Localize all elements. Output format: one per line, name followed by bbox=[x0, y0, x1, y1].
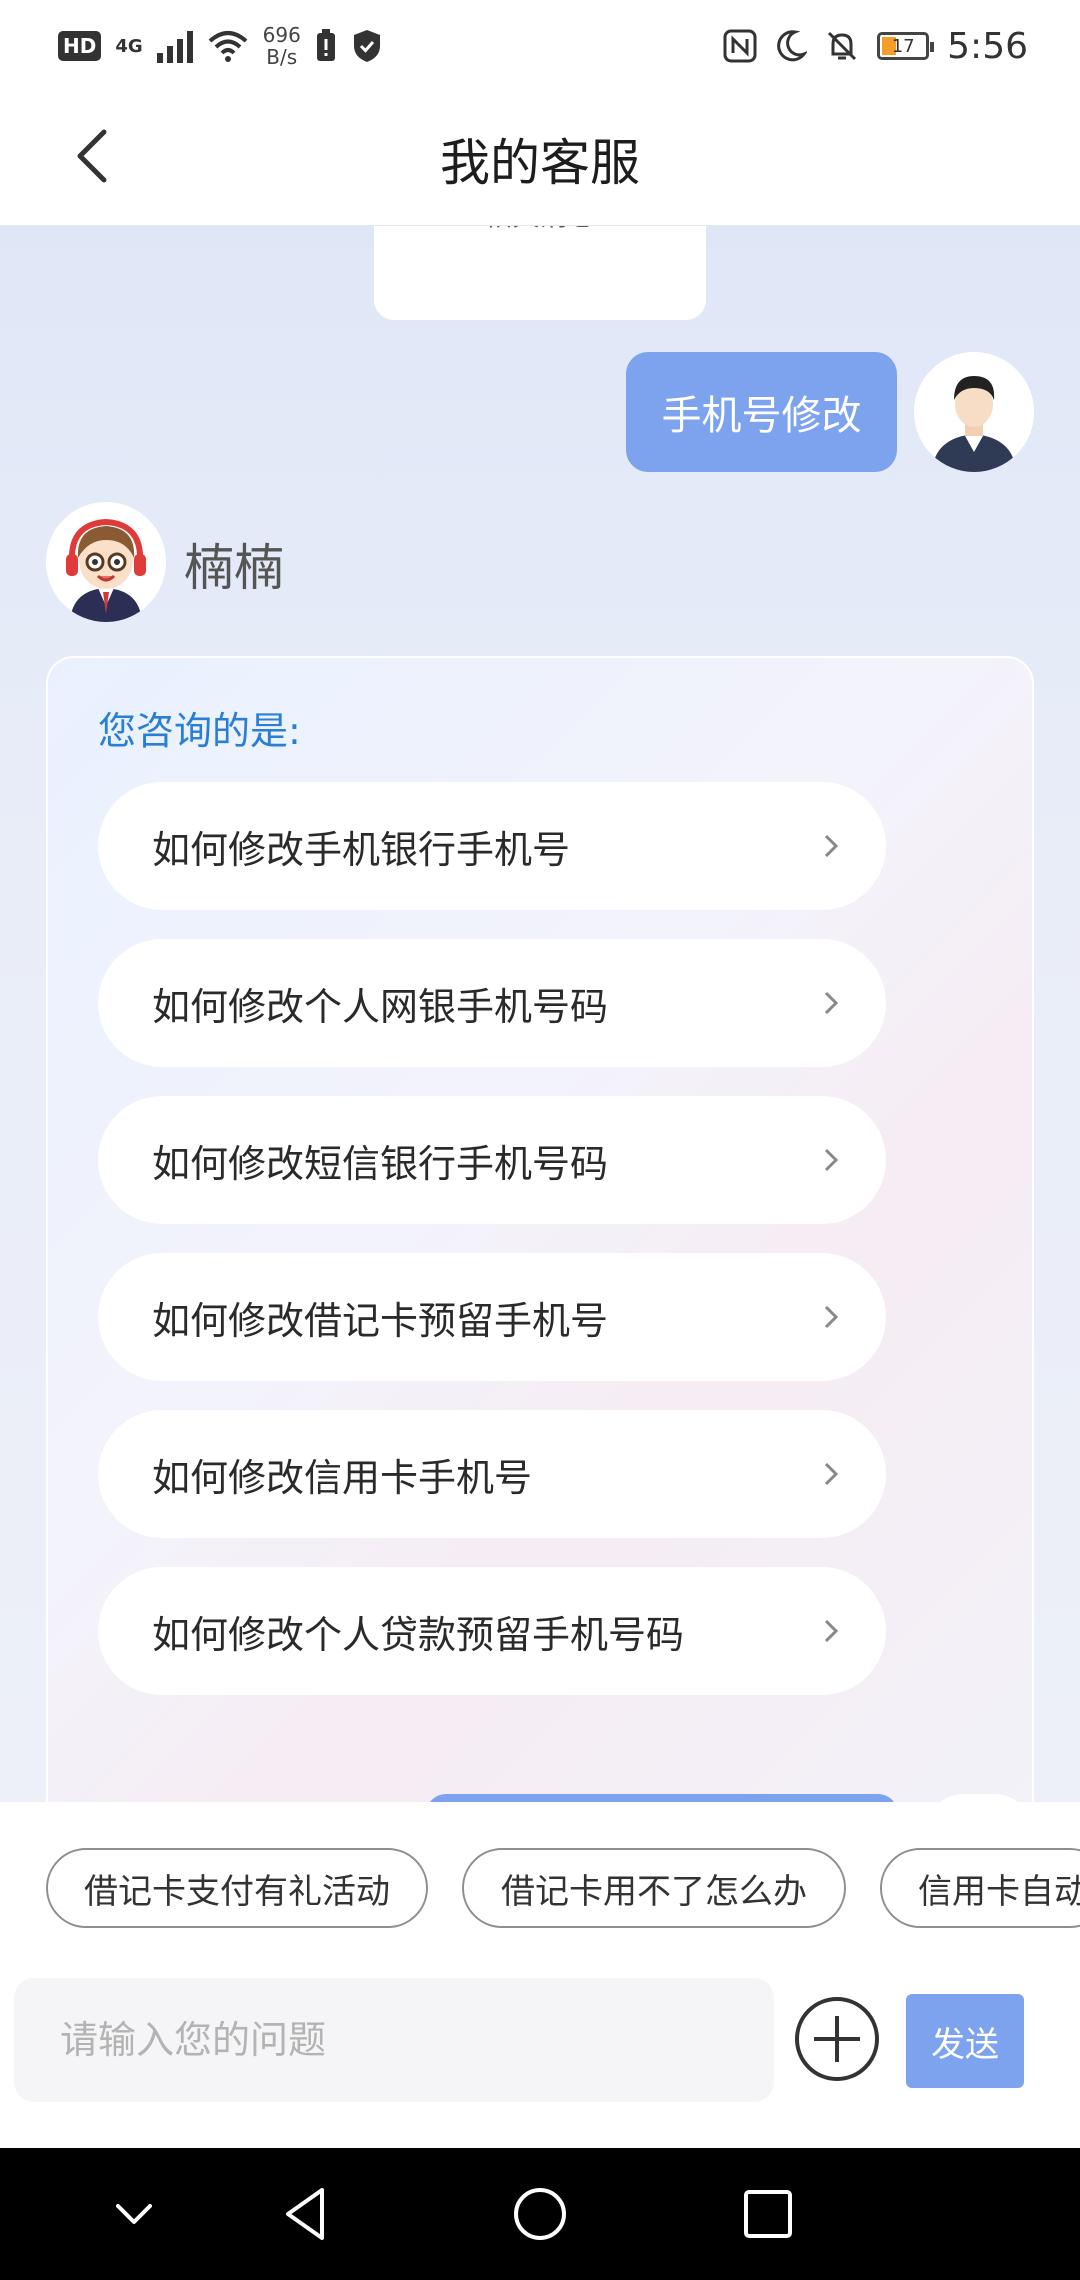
suggestion-chip-label: 借记卡用不了怎么办 bbox=[501, 1871, 807, 1912]
chevron-down-icon[interactable] bbox=[100, 2180, 168, 2248]
chevron-right-icon bbox=[824, 1619, 839, 1643]
user-avatar bbox=[914, 352, 1034, 472]
back-triangle-icon[interactable] bbox=[274, 2180, 342, 2248]
moon-icon bbox=[777, 30, 808, 62]
hd-badge: HD bbox=[58, 31, 102, 61]
clock: 5:56 bbox=[947, 25, 1028, 67]
network-type: 4G bbox=[115, 35, 143, 57]
battery-level: 17 bbox=[891, 35, 915, 57]
faq-item-label: 如何修改手机银行手机号 bbox=[152, 827, 571, 872]
suggestion-chip[interactable]: 借记卡用不了怎么办 bbox=[462, 1848, 846, 1928]
app-header: 我的客服 bbox=[0, 92, 1080, 226]
chevron-right-icon bbox=[824, 991, 839, 1015]
faq-item-label: 如何修改短信银行手机号码 bbox=[152, 1141, 609, 1186]
question-input[interactable] bbox=[14, 1978, 774, 2102]
suggestion-chip-label: 借记卡支付有礼活动 bbox=[84, 1871, 390, 1912]
faq-card: 您咨询的是: 如何修改手机银行手机号 如何修改个人网银手机号码 如何修改短信银行… bbox=[46, 656, 1034, 1802]
home-circle-icon[interactable] bbox=[506, 2180, 574, 2248]
wifi-icon bbox=[208, 31, 247, 62]
speed-value: 696 bbox=[262, 23, 301, 47]
suggestion-chips: 借记卡支付有礼活动 借记卡用不了怎么办 信用卡自动 bbox=[0, 1802, 1080, 1970]
user-message-text: 手机号修改 bbox=[661, 393, 862, 439]
previous-message-card: 相关消息 bbox=[374, 226, 706, 320]
shield-icon bbox=[353, 30, 380, 62]
faq-item[interactable]: 如何修改手机银行手机号 bbox=[98, 782, 886, 910]
input-bar: 发送 bbox=[0, 1970, 1080, 2148]
faq-item-label: 如何修改个人贷款预留手机号码 bbox=[152, 1612, 685, 1657]
battery-icon: 17 bbox=[877, 32, 935, 60]
bell-off-icon bbox=[828, 31, 857, 61]
user-message-bubble: 手机号修改 bbox=[626, 352, 897, 472]
status-bar: HD 4G 696 B/s 17 5:56 bbox=[0, 0, 1080, 92]
suggestion-chip-label: 信用卡自动 bbox=[918, 1871, 1080, 1912]
chevron-right-icon bbox=[824, 1305, 839, 1329]
chevron-right-icon bbox=[824, 834, 839, 858]
faq-item[interactable]: 如何修改短信银行手机号码 bbox=[98, 1096, 886, 1224]
battery-alert-icon bbox=[316, 29, 335, 61]
agent-name: 楠楠 bbox=[184, 539, 284, 597]
faq-item[interactable]: 如何修改个人贷款预留手机号码 bbox=[98, 1567, 886, 1695]
network-speed: 696 B/s bbox=[263, 24, 301, 68]
nfc-icon bbox=[723, 29, 757, 63]
system-nav-bar bbox=[0, 2148, 1080, 2280]
previous-message-text: 相关消息 bbox=[374, 226, 706, 234]
faq-item-label: 如何修改信用卡手机号 bbox=[152, 1455, 533, 1500]
suggestion-chip[interactable]: 借记卡支付有礼活动 bbox=[46, 1848, 428, 1928]
next-user-message-bubble bbox=[426, 1794, 898, 1802]
faq-item-label: 如何修改个人网银手机号码 bbox=[152, 984, 609, 1029]
chevron-right-icon bbox=[824, 1148, 839, 1172]
user-avatar-icon bbox=[914, 352, 1034, 472]
faq-heading: 您咨询的是: bbox=[98, 709, 301, 753]
faq-item-label: 如何修改借记卡预留手机号 bbox=[152, 1298, 609, 1343]
page-title: 我的客服 bbox=[440, 133, 640, 192]
suggestion-chip[interactable]: 信用卡自动 bbox=[880, 1848, 1080, 1928]
add-button[interactable] bbox=[794, 1996, 880, 2082]
agent-avatar-icon bbox=[46, 502, 166, 622]
back-button[interactable] bbox=[66, 126, 126, 186]
send-button-label: 发送 bbox=[931, 2024, 999, 2065]
chevron-right-icon bbox=[824, 1462, 839, 1486]
signal-icon bbox=[156, 29, 193, 63]
agent-avatar bbox=[46, 502, 166, 622]
chat-area[interactable]: 相关消息 手机号修改 bbox=[0, 226, 1080, 1802]
faq-item[interactable]: 如何修改个人网银手机号码 bbox=[98, 939, 886, 1067]
send-button[interactable]: 发送 bbox=[906, 1994, 1024, 2088]
speed-unit: B/s bbox=[266, 45, 298, 69]
recents-square-icon[interactable] bbox=[734, 2180, 802, 2248]
faq-item[interactable]: 如何修改信用卡手机号 bbox=[98, 1410, 886, 1538]
faq-item[interactable]: 如何修改借记卡预留手机号 bbox=[98, 1253, 886, 1381]
